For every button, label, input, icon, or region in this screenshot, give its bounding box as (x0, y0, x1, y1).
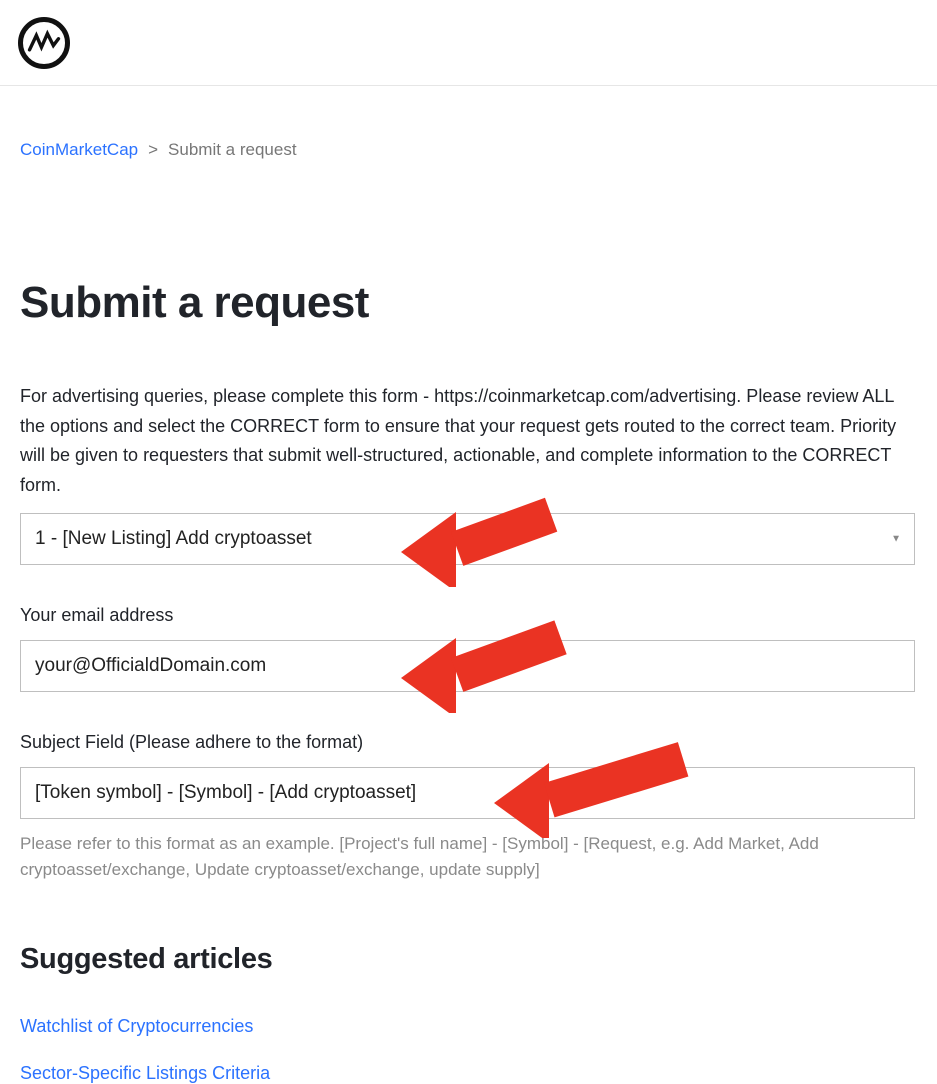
request-type-select[interactable] (20, 513, 915, 565)
email-label: Your email address (20, 605, 917, 626)
intro-text: For advertising queries, please complete… (20, 382, 917, 501)
email-field[interactable] (20, 640, 915, 692)
page-title: Submit a request (20, 278, 917, 328)
suggested-link-watchlist[interactable]: Watchlist of Cryptocurrencies (20, 1016, 917, 1037)
subject-field[interactable] (20, 767, 915, 819)
coinmarketcap-logo-icon (18, 17, 70, 69)
breadcrumb-home-link[interactable]: CoinMarketCap (20, 140, 138, 160)
suggested-articles-list: Watchlist of Cryptocurrencies Sector-Spe… (20, 1016, 917, 1084)
suggested-articles-heading: Suggested articles (20, 943, 917, 976)
app-header (0, 0, 937, 86)
logo-link[interactable] (18, 17, 70, 69)
breadcrumb-separator: > (148, 140, 158, 160)
breadcrumb-current: Submit a request (168, 140, 297, 160)
subject-label: Subject Field (Please adhere to the form… (20, 732, 917, 753)
breadcrumb: CoinMarketCap > Submit a request (20, 86, 917, 160)
subject-help-text: Please refer to this format as an exampl… (20, 831, 915, 884)
suggested-link-sector-criteria[interactable]: Sector-Specific Listings Criteria (20, 1063, 917, 1084)
